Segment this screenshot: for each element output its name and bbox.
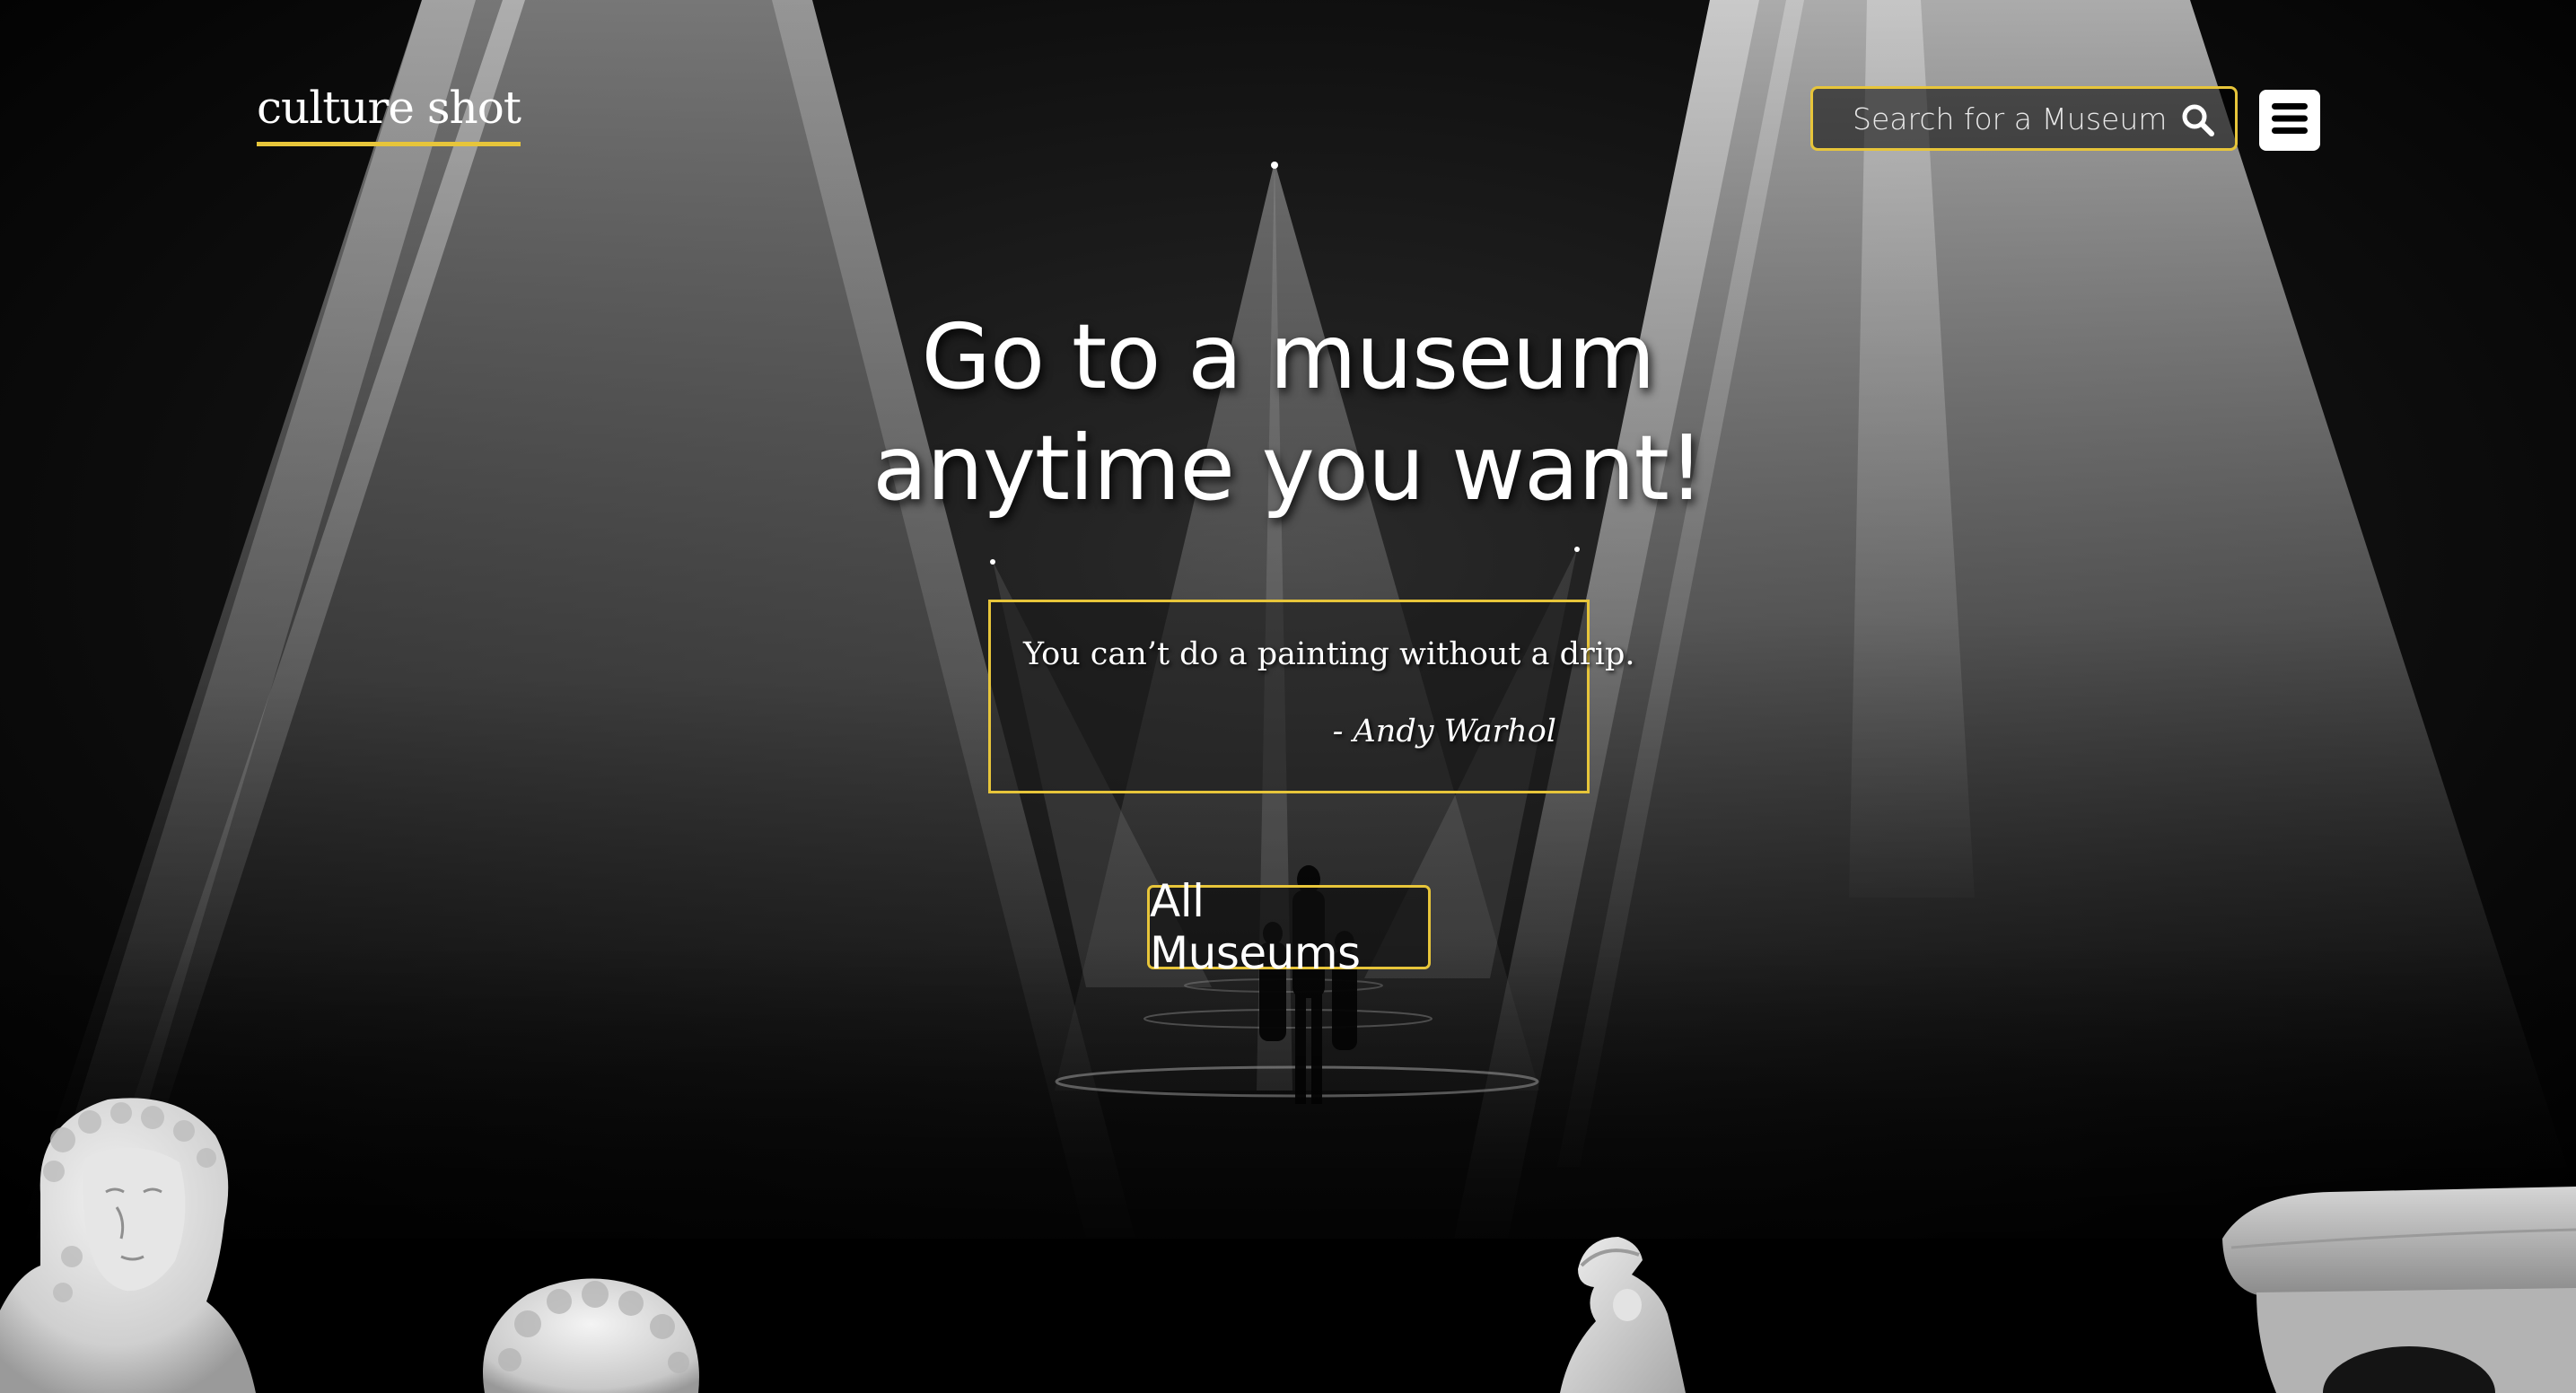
search-icon[interactable]: [2181, 103, 2215, 137]
headline-line-2: anytime you want!: [872, 416, 1704, 521]
quote-text: You can’t do a painting without a drip.: [1023, 636, 1635, 672]
hero-headline: Go to a museum anytime you want!: [839, 302, 1737, 524]
curly-head-bust-image: [483, 1278, 699, 1393]
stone-urn-image: [2222, 1187, 2576, 1393]
dancer-statue-image: [1560, 1237, 1686, 1393]
all-museums-button[interactable]: All Museums: [1147, 875, 1431, 979]
menu-button[interactable]: [2259, 90, 2320, 151]
headline-line-1: Go to a museum: [921, 304, 1656, 409]
museum-search-input[interactable]: Search for a Museum: [1810, 86, 2238, 151]
quote-author: - Andy Warhol: [1332, 714, 1556, 749]
search-placeholder: Search for a Museum: [1853, 101, 2168, 136]
site-logo[interactable]: culture shot: [257, 79, 521, 146]
veiled-woman-bust-image: [0, 1098, 256, 1393]
hamburger-menu-icon: [2272, 102, 2308, 138]
quote-card: You can’t do a painting without a drip. …: [988, 600, 1635, 793]
